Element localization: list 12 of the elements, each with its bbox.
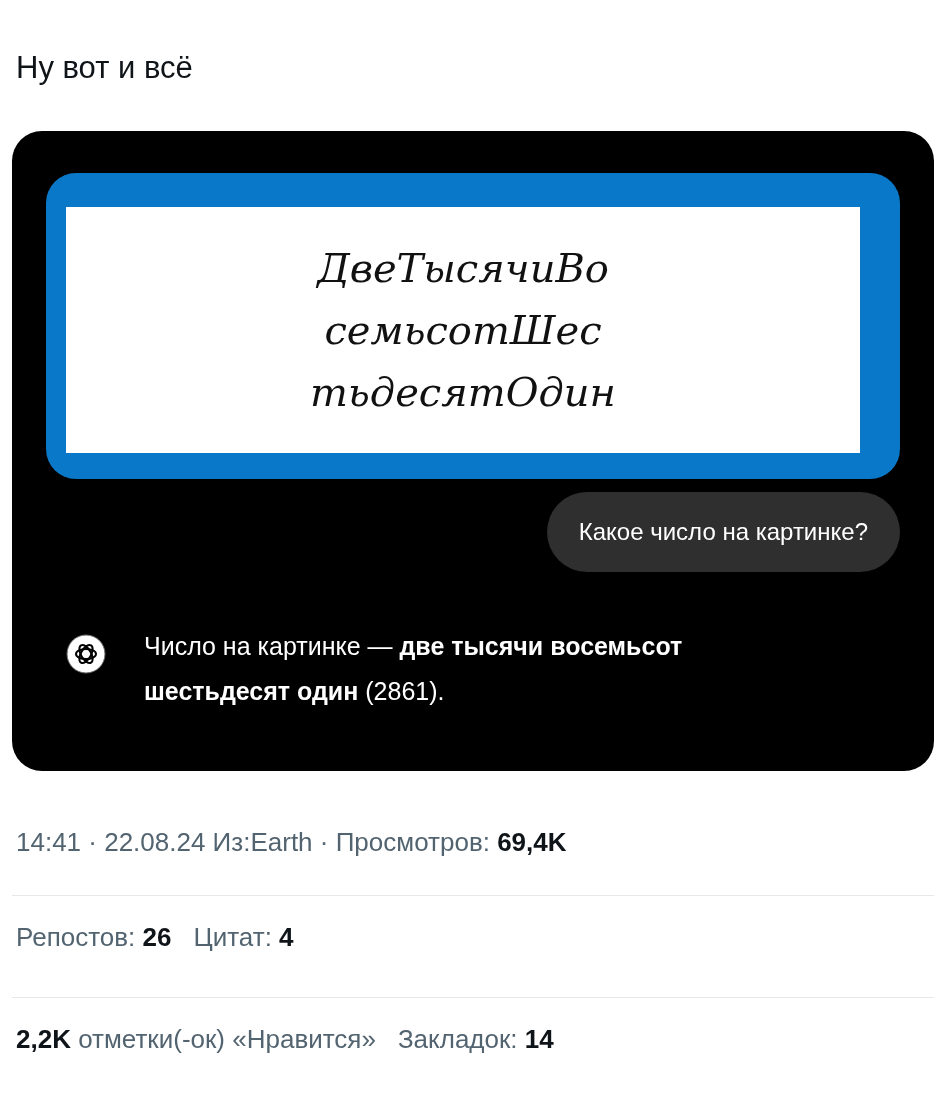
assistant-logo-icon xyxy=(66,634,106,674)
answer-text: Число на картинке — две тысячи восемьсот шестьдесят один (2861). xyxy=(144,631,684,707)
handwritten-text: семьсотШес xyxy=(324,306,602,355)
stat-text[interactable]: 2,2K отметки(-ок) «Нравится» xyxy=(16,1024,376,1055)
stat-text[interactable]: Репостов: 26 xyxy=(16,922,172,953)
post-meta: 14:41 · 22.08.24 Из:Earth · Просмотров: 69,4K xyxy=(15,827,568,859)
stat-text[interactable]: Закладок: 14 xyxy=(397,1024,554,1055)
handwritten-text: тьдесятОдин xyxy=(310,368,616,417)
stat-text[interactable]: Цитат: 4 xyxy=(193,922,294,953)
message-bubble: Какое число на картинке? xyxy=(546,492,900,572)
handwritten-text: ДвеТысячиВо xyxy=(317,244,609,293)
post-text: Ну вот и всё xyxy=(16,50,194,86)
